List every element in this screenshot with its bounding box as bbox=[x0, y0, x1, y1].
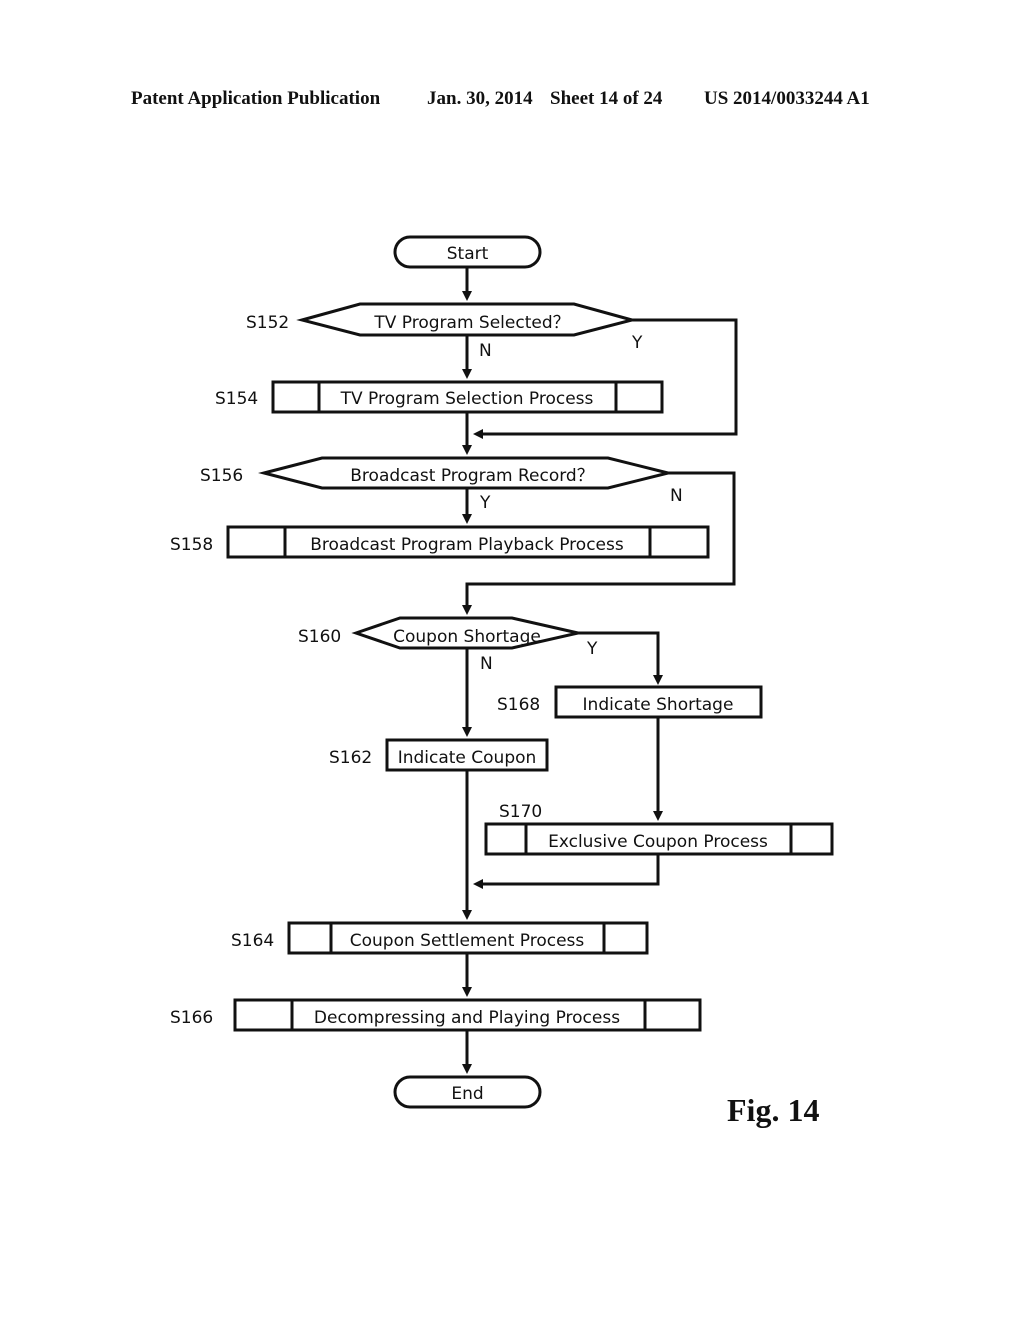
process-s154-text: TV Program Selection Process bbox=[340, 389, 594, 409]
end-label: End bbox=[451, 1084, 483, 1104]
decision-s152: TV Program Selected？ bbox=[296, 302, 638, 337]
step-label-s158: S158 bbox=[170, 535, 213, 555]
s160-no-label: N bbox=[480, 654, 493, 674]
decision-s156: Broadcast Program Record？ bbox=[258, 456, 669, 490]
s152-no-label: N bbox=[479, 341, 492, 361]
step-label-s164: S164 bbox=[231, 931, 274, 951]
step-label-s152: S152 bbox=[246, 313, 289, 333]
figure-label: Fig. 14 bbox=[727, 1092, 820, 1128]
step-label-s156: S156 bbox=[200, 466, 243, 486]
connector-s152-yes-bypass bbox=[473, 318, 738, 439]
process-s162-text: Indicate Coupon bbox=[398, 748, 537, 768]
decision-s152-text: TV Program Selected？ bbox=[373, 313, 569, 333]
start-label: Start bbox=[447, 244, 489, 264]
process-s162: Indicate Coupon bbox=[385, 738, 549, 772]
process-s158: Broadcast Program Playback Process bbox=[226, 525, 710, 559]
process-s158-text: Broadcast Program Playback Process bbox=[310, 535, 624, 555]
process-s168-text: Indicate Shortage bbox=[583, 695, 734, 715]
process-s164-text: Coupon Settlement Process bbox=[350, 931, 585, 951]
s152-yes-label: Y bbox=[631, 333, 643, 353]
process-s166-text: Decompressing and Playing Process bbox=[314, 1008, 620, 1028]
connector-s170-merge bbox=[473, 854, 660, 889]
process-s164: Coupon Settlement Process bbox=[287, 921, 649, 955]
step-label-s162: S162 bbox=[329, 748, 372, 768]
start-terminal: Start bbox=[393, 235, 542, 269]
process-s154: TV Program Selection Process bbox=[271, 380, 664, 414]
flowchart: Start TV Program Selected？ S152 N Y TV P… bbox=[170, 235, 834, 1109]
process-s168: Indicate Shortage bbox=[554, 685, 763, 719]
end-terminal: End bbox=[393, 1075, 542, 1109]
decision-s160: Coupon Shortage bbox=[351, 616, 579, 650]
s156-yes-label: Y bbox=[479, 493, 491, 513]
s160-yes-label: Y bbox=[586, 639, 598, 659]
s156-no-label: N bbox=[670, 486, 683, 506]
step-label-s160: S160 bbox=[298, 627, 341, 647]
step-label-s170: S170 bbox=[499, 802, 542, 822]
process-s170-text: Exclusive Coupon Process bbox=[548, 832, 768, 852]
step-label-s166: S166 bbox=[170, 1008, 213, 1028]
process-s170: Exclusive Coupon Process bbox=[484, 822, 834, 856]
decision-s156-text: Broadcast Program Record？ bbox=[350, 466, 593, 486]
decision-s160-text: Coupon Shortage bbox=[393, 627, 541, 647]
process-s166: Decompressing and Playing Process bbox=[233, 998, 702, 1032]
step-label-s154: S154 bbox=[215, 389, 258, 409]
step-label-s168: S168 bbox=[497, 695, 540, 715]
